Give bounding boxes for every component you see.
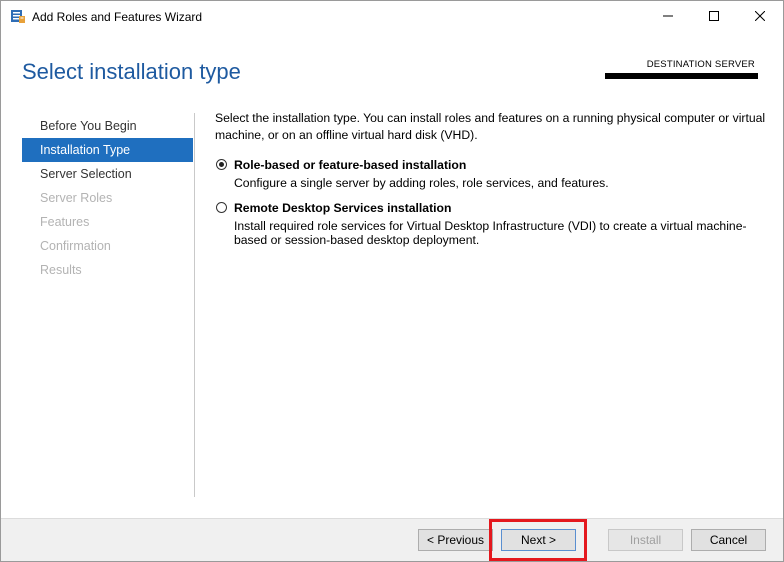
cancel-button[interactable]: Cancel xyxy=(691,529,766,551)
intro-text: Select the installation type. You can in… xyxy=(215,111,766,142)
nav-item-results: Results xyxy=(40,263,82,277)
button-bar: < Previous Next > Install Cancel xyxy=(1,518,783,561)
destination-server-label: DESTINATION SERVER xyxy=(646,59,755,70)
role-based-description: Configure a single server by adding role… xyxy=(234,176,609,190)
nav-divider xyxy=(194,113,195,497)
nav-item-confirmation: Confirmation xyxy=(40,239,111,253)
nav-item-server-selection[interactable]: Server Selection xyxy=(22,162,193,186)
close-icon xyxy=(754,8,766,26)
remote-desktop-description: Install required role services for Virtu… xyxy=(234,219,747,247)
maximize-button[interactable] xyxy=(691,1,737,33)
window-title: Add Roles and Features Wizard xyxy=(32,10,203,24)
minimize-icon xyxy=(663,8,673,26)
nav-item-before-you-begin[interactable]: Before You Begin xyxy=(22,114,193,138)
nav-item-features: Features xyxy=(40,215,90,229)
role-based-label[interactable]: Role-based or feature-based installation xyxy=(234,157,771,174)
nav-item-installation-type[interactable]: Installation Type xyxy=(22,138,193,162)
install-button: Install xyxy=(608,529,683,551)
close-button[interactable] xyxy=(737,1,783,33)
wizard-window: Add Roles and Features Wizard Select ins… xyxy=(0,0,784,562)
option-role-based[interactable]: Role-based or feature-based installation… xyxy=(215,157,771,190)
minimize-button[interactable] xyxy=(645,1,691,33)
title-bar: Add Roles and Features Wizard xyxy=(1,1,783,33)
next-button[interactable]: Next > xyxy=(501,529,576,551)
option-remote-desktop[interactable]: Remote Desktop Services installation Ins… xyxy=(215,200,771,247)
nav-item-server-roles: Server Roles xyxy=(40,191,113,205)
role-based-radio[interactable] xyxy=(216,159,227,170)
remote-desktop-radio[interactable] xyxy=(216,202,227,213)
previous-button[interactable]: < Previous xyxy=(418,529,493,551)
maximize-icon xyxy=(709,8,719,26)
destination-server-redacted xyxy=(605,73,758,79)
wizard-steps-nav: Before You Begin Installation Type Serve… xyxy=(22,114,193,282)
remote-desktop-label[interactable]: Remote Desktop Services installation xyxy=(234,200,771,217)
page-title: Select installation type xyxy=(22,59,241,84)
main-content: Select the installation type. You can in… xyxy=(215,110,771,247)
server-manager-icon xyxy=(10,8,26,24)
